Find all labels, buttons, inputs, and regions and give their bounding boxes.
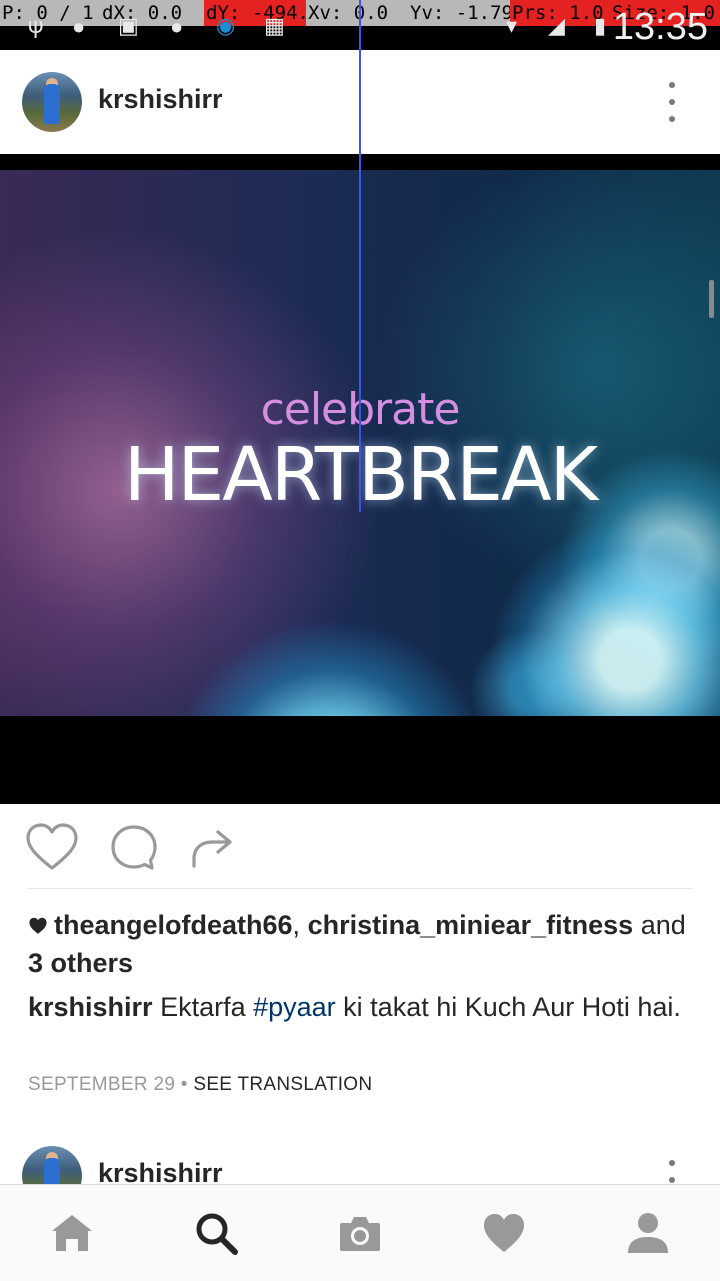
- debug-yv: Yv: -1.792: [408, 0, 510, 26]
- home-icon[interactable]: [48, 1209, 96, 1257]
- next-post-header: krshishirr: [0, 1140, 720, 1190]
- location-icon: ●: [72, 15, 86, 40]
- more-options-icon[interactable]: [658, 82, 686, 122]
- camera-icon[interactable]: [336, 1209, 384, 1257]
- app-notification-icon: ◉: [216, 14, 236, 39]
- meta-dot: •: [175, 1074, 194, 1095]
- like-heart-icon[interactable]: [24, 820, 80, 876]
- action-divider: [28, 888, 692, 889]
- profile-icon[interactable]: [624, 1209, 672, 1257]
- post-date: SEPTEMBER 29: [28, 1074, 176, 1095]
- touch-pointer-trace: [359, 0, 361, 512]
- share-icon[interactable]: [186, 820, 242, 876]
- likes-heart-icon: [29, 917, 47, 934]
- caption-text-after: ki takat hi Kuch Aur Hoti hai.: [335, 992, 681, 1022]
- storage-icon: ▦: [264, 14, 285, 39]
- usb-icon: ψ: [28, 14, 44, 39]
- debug-dx: dX: 0.0: [100, 0, 204, 26]
- scrollbar: [709, 280, 714, 318]
- likes-line: theangelofdeath66, christina_miniear_fit…: [28, 906, 698, 982]
- post-username[interactable]: krshishirr: [98, 84, 223, 115]
- likes-and: and: [633, 910, 686, 940]
- debug-xv: Xv: 0.0: [306, 0, 408, 26]
- battery-icon: ▮: [594, 14, 607, 39]
- image-icon: ▣: [118, 14, 139, 39]
- liker-1[interactable]: theangelofdeath66: [54, 910, 293, 940]
- signal-icon: ◢: [548, 14, 565, 39]
- caption: krshishirr Ektarfa #pyaar ki takat hi Ku…: [28, 988, 698, 1026]
- liker-2[interactable]: christina_miniear_fitness: [308, 910, 634, 940]
- search-icon[interactable]: [192, 1209, 240, 1257]
- post-meta: SEPTEMBER 29 • SEE TRANSLATION: [28, 1074, 372, 1096]
- location-icon-2: ●: [170, 15, 184, 40]
- wifi-icon: ▾: [506, 14, 518, 39]
- bottom-nav: [0, 1184, 720, 1281]
- status-clock: 13:35: [612, 6, 708, 48]
- avatar[interactable]: [22, 72, 82, 132]
- see-translation-link[interactable]: SEE TRANSLATION: [193, 1074, 372, 1095]
- comment-icon[interactable]: [106, 820, 162, 876]
- caption-text-before: Ektarfa: [152, 992, 254, 1022]
- likes-separator: ,: [292, 910, 308, 940]
- likes-others[interactable]: 3 others: [28, 948, 133, 978]
- activity-heart-icon[interactable]: [480, 1209, 528, 1257]
- caption-username[interactable]: krshishirr: [28, 992, 153, 1022]
- caption-hashtag[interactable]: #pyaar: [253, 992, 336, 1022]
